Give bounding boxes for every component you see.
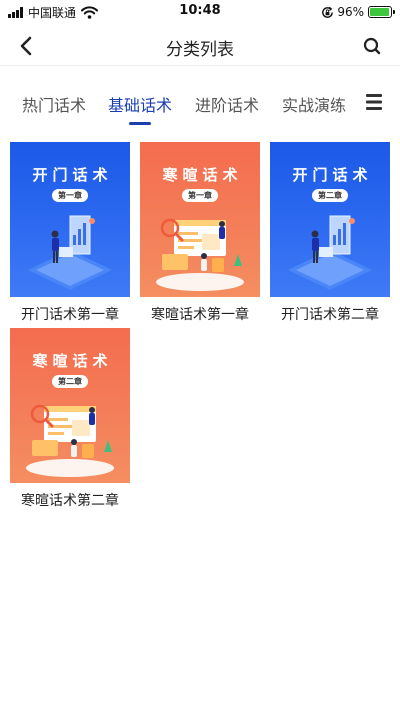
item-cover[interactable]: 寒暄话术 第一章 (140, 142, 260, 297)
category-item[interactable]: 开门话术 第二章 开门话术第二章 (270, 142, 390, 324)
active-tab-indicator (129, 122, 151, 125)
cover-title: 寒暄话术 (32, 352, 113, 370)
nav-bar: 分类列表 (0, 26, 400, 66)
tab-hot[interactable]: 热门话术 (22, 92, 86, 116)
cover-title: 开门话术 (32, 166, 113, 184)
chapter-badge: 第一章 (52, 189, 88, 202)
category-tabs: 热门话术 基础话术 进阶话术 实战演练 (0, 80, 400, 128)
battery-level (370, 8, 390, 16)
category-item[interactable]: 寒暄话术 第一章 寒暄话术第一章 (140, 142, 260, 324)
tab-practice[interactable]: 实战演练 (282, 92, 346, 116)
chapter-badge: 第二章 (312, 189, 348, 202)
item-title[interactable]: 开门话术第一章 (10, 304, 130, 324)
page-title: 分类列表 (166, 40, 234, 60)
chapter-badge: 第二章 (52, 375, 88, 388)
item-title[interactable]: 开门话术第二章 (270, 304, 390, 324)
battery-percent: 96% (337, 5, 364, 19)
battery-charging-icon (368, 6, 395, 18)
category-item[interactable]: 寒暄话术 第二章 寒暄话术第二章 (10, 328, 130, 510)
analysis-illustration (26, 404, 114, 477)
analysis-illustration (156, 218, 244, 291)
item-cover[interactable]: 寒暄话术 第二章 (10, 328, 130, 483)
item-title[interactable]: 寒暄话术第一章 (140, 304, 260, 324)
item-title[interactable]: 寒暄话术第二章 (10, 490, 130, 510)
tab-basic[interactable]: 基础话术 (108, 92, 172, 116)
category-item[interactable]: 开门话术 第一章 开门话术第一章 (10, 142, 130, 324)
orientation-lock-icon (322, 6, 334, 18)
presentation-illustration (28, 215, 112, 290)
cover-title: 开门话术 (292, 166, 373, 184)
tab-advanced[interactable]: 进阶话术 (195, 92, 259, 116)
status-bar: 中国联通 10:48 96% (0, 0, 400, 24)
cover-title: 寒暄话术 (162, 166, 243, 184)
status-right: 96% (321, 4, 395, 20)
item-cover[interactable]: 开门话术 第二章 (270, 142, 390, 297)
search-icon[interactable] (360, 34, 384, 58)
item-cover[interactable]: 开门话术 第一章 (10, 142, 130, 297)
list-menu-icon[interactable] (366, 93, 382, 111)
chapter-badge: 第一章 (182, 189, 218, 202)
presentation-illustration (288, 215, 372, 290)
